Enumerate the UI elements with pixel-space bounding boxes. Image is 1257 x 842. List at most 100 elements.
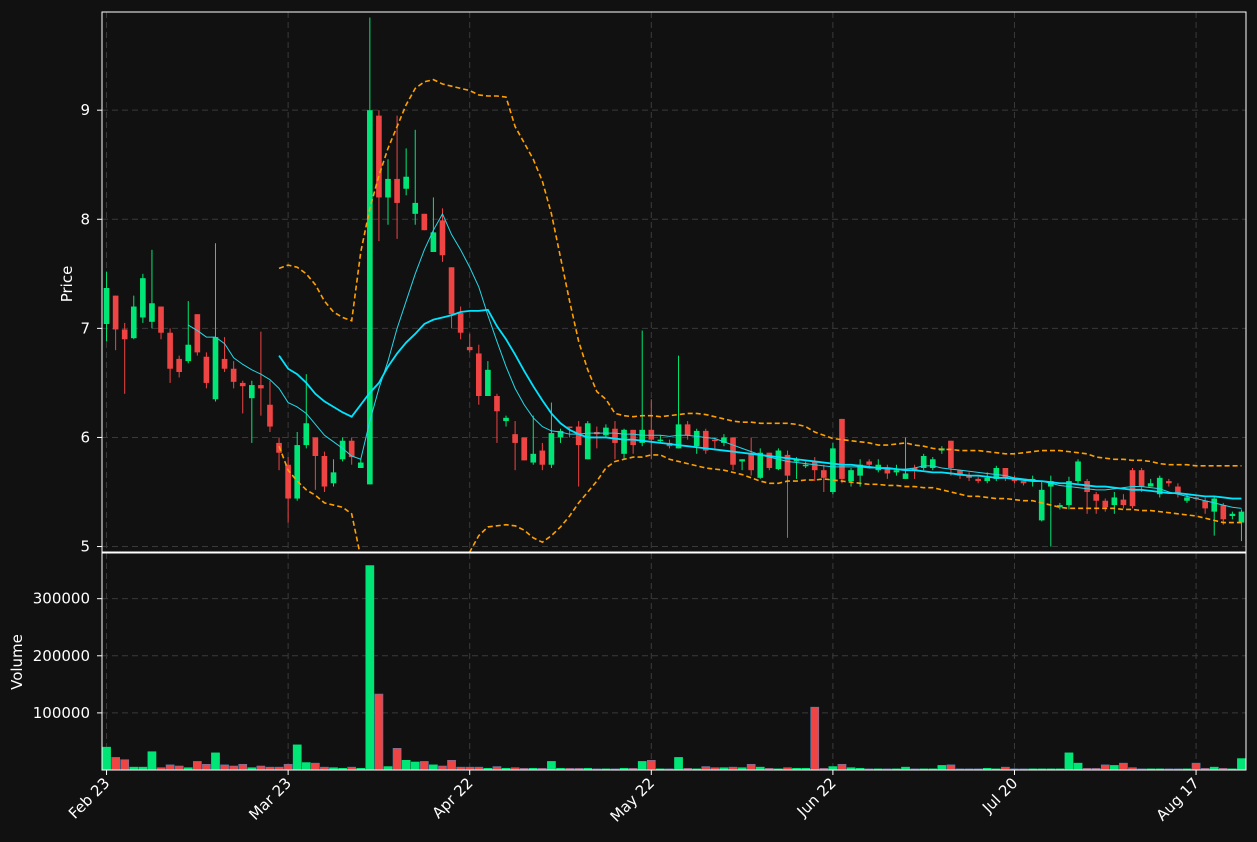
candle-body-down (321, 456, 328, 487)
candle-body-up (548, 433, 555, 465)
volume-tick-label: 300000 (33, 590, 90, 608)
candle-body-down (975, 478, 981, 482)
volume-bar (102, 746, 111, 770)
candle-body-down (748, 453, 754, 471)
price-tick-label: 9 (80, 101, 90, 119)
candle-body-down (194, 314, 201, 353)
candle-body-down (221, 358, 228, 369)
candle-body-down (494, 396, 500, 412)
volume-bar (492, 766, 502, 770)
candle-body-up (103, 288, 110, 324)
candle-body-down (948, 440, 954, 468)
candle-body-up (621, 429, 627, 454)
volume-axis-label: Volume (8, 634, 26, 690)
volume-bar (374, 693, 384, 770)
volume-bar (637, 761, 647, 770)
candle-body-down (121, 329, 128, 340)
volume-bar (192, 761, 202, 770)
volume-bar (810, 706, 820, 770)
candle-body-down (1093, 494, 1100, 501)
candle-body-down (448, 267, 455, 315)
chart-background (0, 0, 1257, 842)
volume-bar (828, 766, 838, 770)
candle-body-up (984, 477, 991, 482)
volume-bar (946, 764, 956, 770)
candle-body-down (1166, 481, 1172, 484)
candle-body-down (421, 213, 428, 231)
candle-body-up (357, 462, 364, 468)
volume-bar (701, 766, 711, 770)
candle-body-down (1220, 505, 1227, 520)
volume-bar (438, 765, 447, 770)
volume-tick-label: 200000 (33, 647, 90, 665)
candle-body-up (294, 445, 301, 499)
candle-body-down (439, 220, 446, 256)
volume-bar (410, 761, 420, 770)
candle-body-up (1147, 483, 1154, 487)
candle-body-down (712, 439, 718, 442)
candle-body-up (657, 439, 664, 442)
volume-bar (1064, 752, 1074, 770)
candle-body-down (612, 428, 618, 443)
volume-bar (256, 765, 266, 770)
candle-body-down (176, 358, 182, 372)
candle-body-down (394, 178, 400, 203)
candle-body-up (1075, 461, 1081, 482)
volume-bar (1073, 762, 1083, 770)
candle-body-up (1229, 513, 1236, 516)
candle-body-up (530, 453, 537, 463)
candle-body-up (212, 337, 219, 400)
candle-body-up (403, 176, 409, 189)
candle-body-up (1184, 497, 1190, 501)
volume-bar (120, 759, 130, 770)
candle-body-down (158, 306, 164, 333)
volume-bar (238, 763, 248, 770)
candle-body-up (330, 472, 337, 484)
candle-body-up (739, 459, 745, 462)
candle-body-down (230, 368, 237, 382)
candle-body-up (1238, 511, 1245, 523)
volume-bar (746, 763, 756, 770)
volume-bar (674, 757, 683, 770)
volume-bar (419, 761, 429, 770)
candle-body-down (684, 424, 691, 436)
candle-body-down (648, 429, 655, 440)
candle-body-down (512, 434, 518, 443)
candle-body-up (1038, 489, 1045, 521)
candle-body-down (1138, 470, 1145, 487)
volume-bar (202, 763, 211, 770)
volume-tick-label: 100000 (33, 704, 90, 722)
candle-body-up (149, 303, 155, 322)
volume-bar (283, 763, 293, 770)
candle-body-down (839, 418, 845, 479)
volume-bar (365, 565, 375, 770)
candle-body-down (112, 295, 119, 330)
volume-bar (1109, 765, 1119, 770)
volume-bar (837, 763, 847, 770)
price-tick-label: 5 (80, 538, 90, 556)
volume-bar (311, 762, 320, 770)
candle-body-up (130, 306, 137, 339)
candle-body-down (1020, 481, 1027, 484)
volume-bar (147, 751, 157, 770)
candle-body-up (902, 473, 909, 479)
volume-bar (174, 765, 184, 770)
candle-body-up (893, 470, 900, 473)
candle-body-down (1102, 500, 1109, 508)
candle-body-down (167, 332, 173, 369)
volume-bar (229, 765, 239, 770)
price-tick-label: 7 (80, 319, 90, 337)
price-tick-label: 6 (80, 428, 90, 446)
price-tick-label: 8 (80, 210, 90, 228)
candle-body-down (312, 437, 319, 456)
candle-body-up (802, 464, 809, 467)
candle-body-up (693, 430, 700, 447)
volume-bar (301, 762, 311, 770)
volume-bar (1119, 762, 1128, 770)
volume-bar (292, 744, 302, 770)
volume-bar (211, 752, 220, 770)
volume-bar (646, 759, 656, 770)
candle-body-up (185, 344, 192, 362)
candle-body-down (1202, 500, 1208, 509)
volume-bar (447, 759, 456, 770)
